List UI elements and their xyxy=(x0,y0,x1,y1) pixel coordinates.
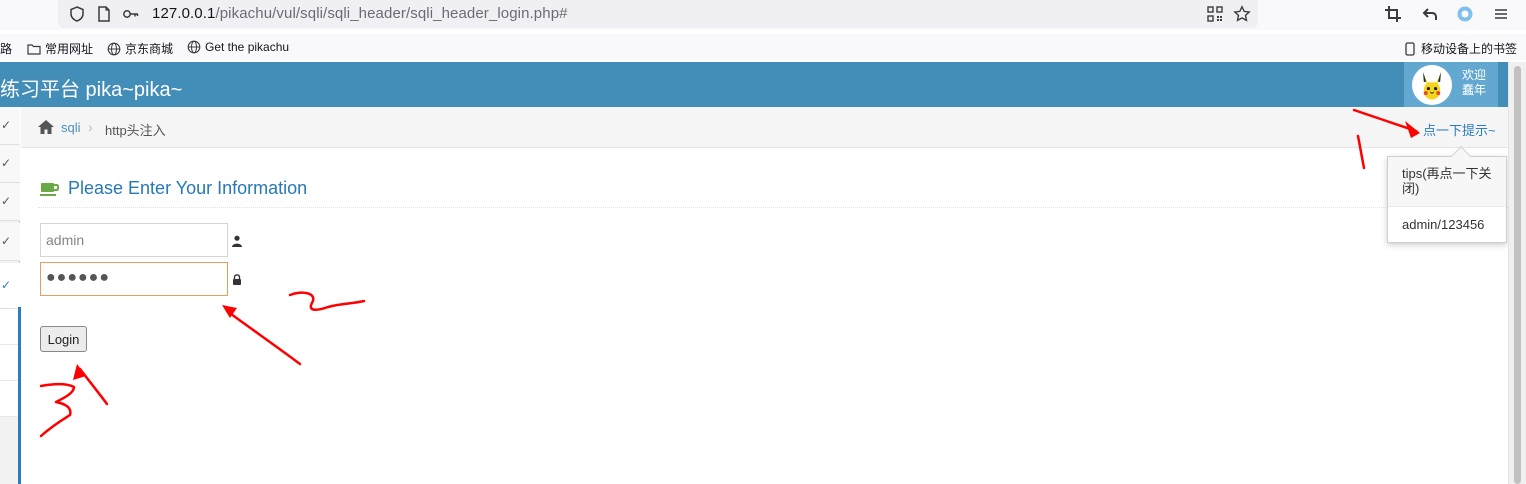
mobile-icon xyxy=(1405,41,1415,56)
avatar xyxy=(1412,65,1452,105)
user-greeting: 欢迎 xyxy=(1462,68,1487,82)
user-info: 欢迎 蠢年 xyxy=(1462,68,1486,98)
mobile-bookmarks-label: 移动设备上的书签 xyxy=(1421,42,1518,56)
sidebar-subitem[interactable] xyxy=(0,345,20,381)
url-text[interactable]: 127.0.0.1/pikachu/vul/sqli/sqli_header/s… xyxy=(152,5,568,22)
back-arrow-icon[interactable] xyxy=(1421,5,1439,23)
sidebar-item-active[interactable]: ✓ xyxy=(0,263,20,309)
coffee-cup-icon xyxy=(40,181,60,197)
top-navbar: 练习平台 pika~pika~ 欢迎 蠢年 xyxy=(0,62,1508,107)
check-icon: ✓ xyxy=(1,118,12,132)
bookmark-label: 常用网址 xyxy=(45,42,94,56)
pikachu-avatar-icon xyxy=(1423,72,1441,100)
bookmark-item[interactable]: 常用网址 xyxy=(27,40,93,57)
page-icon xyxy=(95,5,113,23)
form-header: Please Enter Your Information xyxy=(38,178,1508,208)
sidebar-active-accent xyxy=(18,307,21,484)
globe-icon xyxy=(107,42,121,55)
scrollbar-thumb[interactable] xyxy=(1514,66,1521,484)
sidebar-item[interactable]: ✓ xyxy=(0,223,20,261)
sidebar-subitem[interactable] xyxy=(0,309,20,345)
shield-icon[interactable] xyxy=(68,5,86,23)
mobile-bookmarks[interactable]: 移动设备上的书签 xyxy=(1403,40,1517,57)
user-name: 蠢年 xyxy=(1462,83,1487,97)
popover-body: admin/123456 xyxy=(1402,217,1485,232)
user-menu[interactable]: 欢迎 蠢年 xyxy=(1404,62,1498,107)
sidebar-subitem[interactable] xyxy=(0,381,20,417)
bookmark-label: 京东商城 xyxy=(125,42,174,56)
url-host: 127.0.0.1 xyxy=(152,5,216,22)
username-field[interactable] xyxy=(40,223,228,257)
home-icon[interactable] xyxy=(37,119,55,135)
password-field[interactable]: ●●●●●● xyxy=(40,262,228,296)
tips-popover[interactable]: tips(再点一下关闭) admin/123456 xyxy=(1387,146,1507,243)
scrollbar[interactable] xyxy=(1508,62,1526,484)
page-title: Please Enter Your Information xyxy=(68,178,308,198)
bookmark-label: 路 xyxy=(0,42,13,56)
bookmark-label: Get the pikachu xyxy=(205,40,290,54)
lock-icon xyxy=(231,272,243,285)
sidebar-item[interactable]: ✓ xyxy=(0,183,20,221)
check-icon: ✓ xyxy=(1,194,12,208)
user-icon xyxy=(231,234,243,247)
qr-code-icon[interactable] xyxy=(1206,5,1224,23)
brand-title[interactable]: 练习平台 pika~pika~ xyxy=(0,73,182,102)
sidebar-item[interactable]: ✓ xyxy=(0,145,20,183)
breadcrumb: sqli › http头注入 点一下提示~ xyxy=(21,107,1508,148)
password-value: ●●●●●● xyxy=(46,269,110,286)
page-content: 练习平台 pika~pika~ 欢迎 蠢年 ✓ ✓ ✓ ✓ ✓ sqli › h… xyxy=(0,62,1508,484)
check-icon: ✓ xyxy=(1,234,12,248)
bookmark-item[interactable]: Get the pikachu xyxy=(187,40,289,54)
breadcrumb-current: http头注入 xyxy=(105,123,166,138)
hint-link[interactable]: 点一下提示~ xyxy=(1423,120,1496,139)
crop-icon[interactable] xyxy=(1384,5,1402,23)
globe-icon xyxy=(187,40,201,54)
key-icon[interactable] xyxy=(122,5,140,23)
chevron-right-icon: › xyxy=(88,119,93,135)
bookmark-item[interactable]: 京东商城 xyxy=(107,40,173,57)
url-path: /pikachu/vul/sqli/sqli_header/sqli_heade… xyxy=(215,5,568,22)
bookmark-star-icon[interactable] xyxy=(1233,5,1251,23)
menu-icon[interactable] xyxy=(1492,5,1510,23)
login-button[interactable]: Login xyxy=(40,326,87,352)
extension-icon[interactable] xyxy=(1456,5,1474,23)
folder-icon xyxy=(27,43,41,55)
bookmarks-bar: 路 常用网址 京东商城 Get the pikachu 移动设备上的书签 xyxy=(0,34,1526,60)
sidebar: ✓ ✓ ✓ ✓ ✓ xyxy=(0,107,21,484)
popover-title: tips(再点一下关闭) xyxy=(1388,157,1506,207)
check-icon: ✓ xyxy=(1,156,12,170)
check-icon: ✓ xyxy=(1,278,12,292)
sidebar-item[interactable]: ✓ xyxy=(0,107,20,145)
bookmark-item[interactable]: 路 xyxy=(0,40,12,57)
browser-toolbar: 127.0.0.1/pikachu/vul/sqli/sqli_header/s… xyxy=(0,0,1526,30)
breadcrumb-link-sqli[interactable]: sqli xyxy=(61,120,81,135)
